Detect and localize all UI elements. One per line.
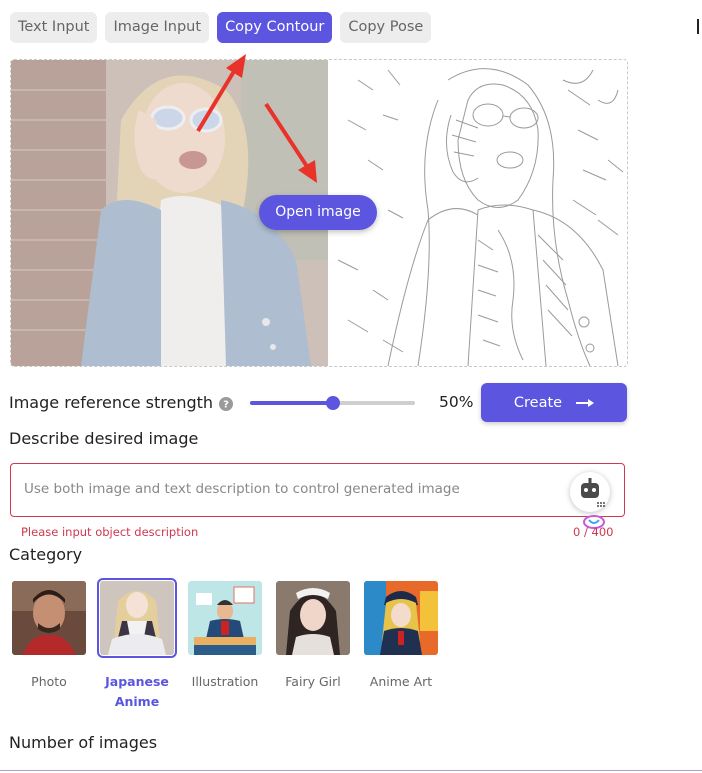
category-japanese-anime[interactable]: Japanese Anime [97,578,177,712]
slider-fill [250,401,333,405]
slider-thumb[interactable] [326,396,340,410]
text-cursor [697,19,699,34]
category-thumbnail [188,581,262,655]
category-illustration[interactable]: Illustration [186,581,264,692]
description-field [10,463,625,517]
error-message: Please input object description [21,525,199,539]
tab-image-input[interactable]: Image Input [105,12,210,43]
divider [0,770,702,771]
category-thumbnail [97,578,177,658]
tab-copy-pose[interactable]: Copy Pose [340,12,432,43]
help-icon[interactable]: ? [219,396,233,411]
character-counter: 0 / 400 [573,525,614,539]
category-photo[interactable]: Photo [10,581,88,692]
category-name: Photo [31,674,67,689]
description-input[interactable] [22,479,566,513]
strength-value: 50% [439,393,474,411]
category-name: Fairy Girl [285,674,341,689]
create-button[interactable]: Create [481,383,627,422]
assistant-bot-button[interactable] [570,472,610,512]
category-anime-art[interactable]: Anime Art [362,581,440,692]
tab-text-input[interactable]: Text Input [10,12,98,43]
describe-label: Describe desired image [9,429,199,448]
arrow-right-icon [576,398,595,407]
category-name: Japanese Anime [105,674,169,709]
mode-tabs: Text Input Image Input Copy Contour Copy… [10,12,432,43]
category-label: Category [9,545,83,564]
category-thumbnail [276,581,350,655]
tab-copy-contour[interactable]: Copy Contour [217,12,333,43]
number-of-images-label: Number of images [9,733,158,752]
svg-text:?: ? [223,400,229,411]
open-image-button[interactable]: Open image [259,195,377,230]
category-thumbnail [364,581,438,655]
category-thumbnail [12,581,86,655]
category-name: Anime Art [369,674,433,689]
strength-slider[interactable] [250,396,415,410]
category-fairy-girl[interactable]: Fairy Girl [274,581,352,692]
strength-label: Image reference strength [9,393,214,412]
robot-icon [581,478,605,507]
category-name: Illustration [191,674,259,689]
create-button-label: Create [513,394,563,411]
